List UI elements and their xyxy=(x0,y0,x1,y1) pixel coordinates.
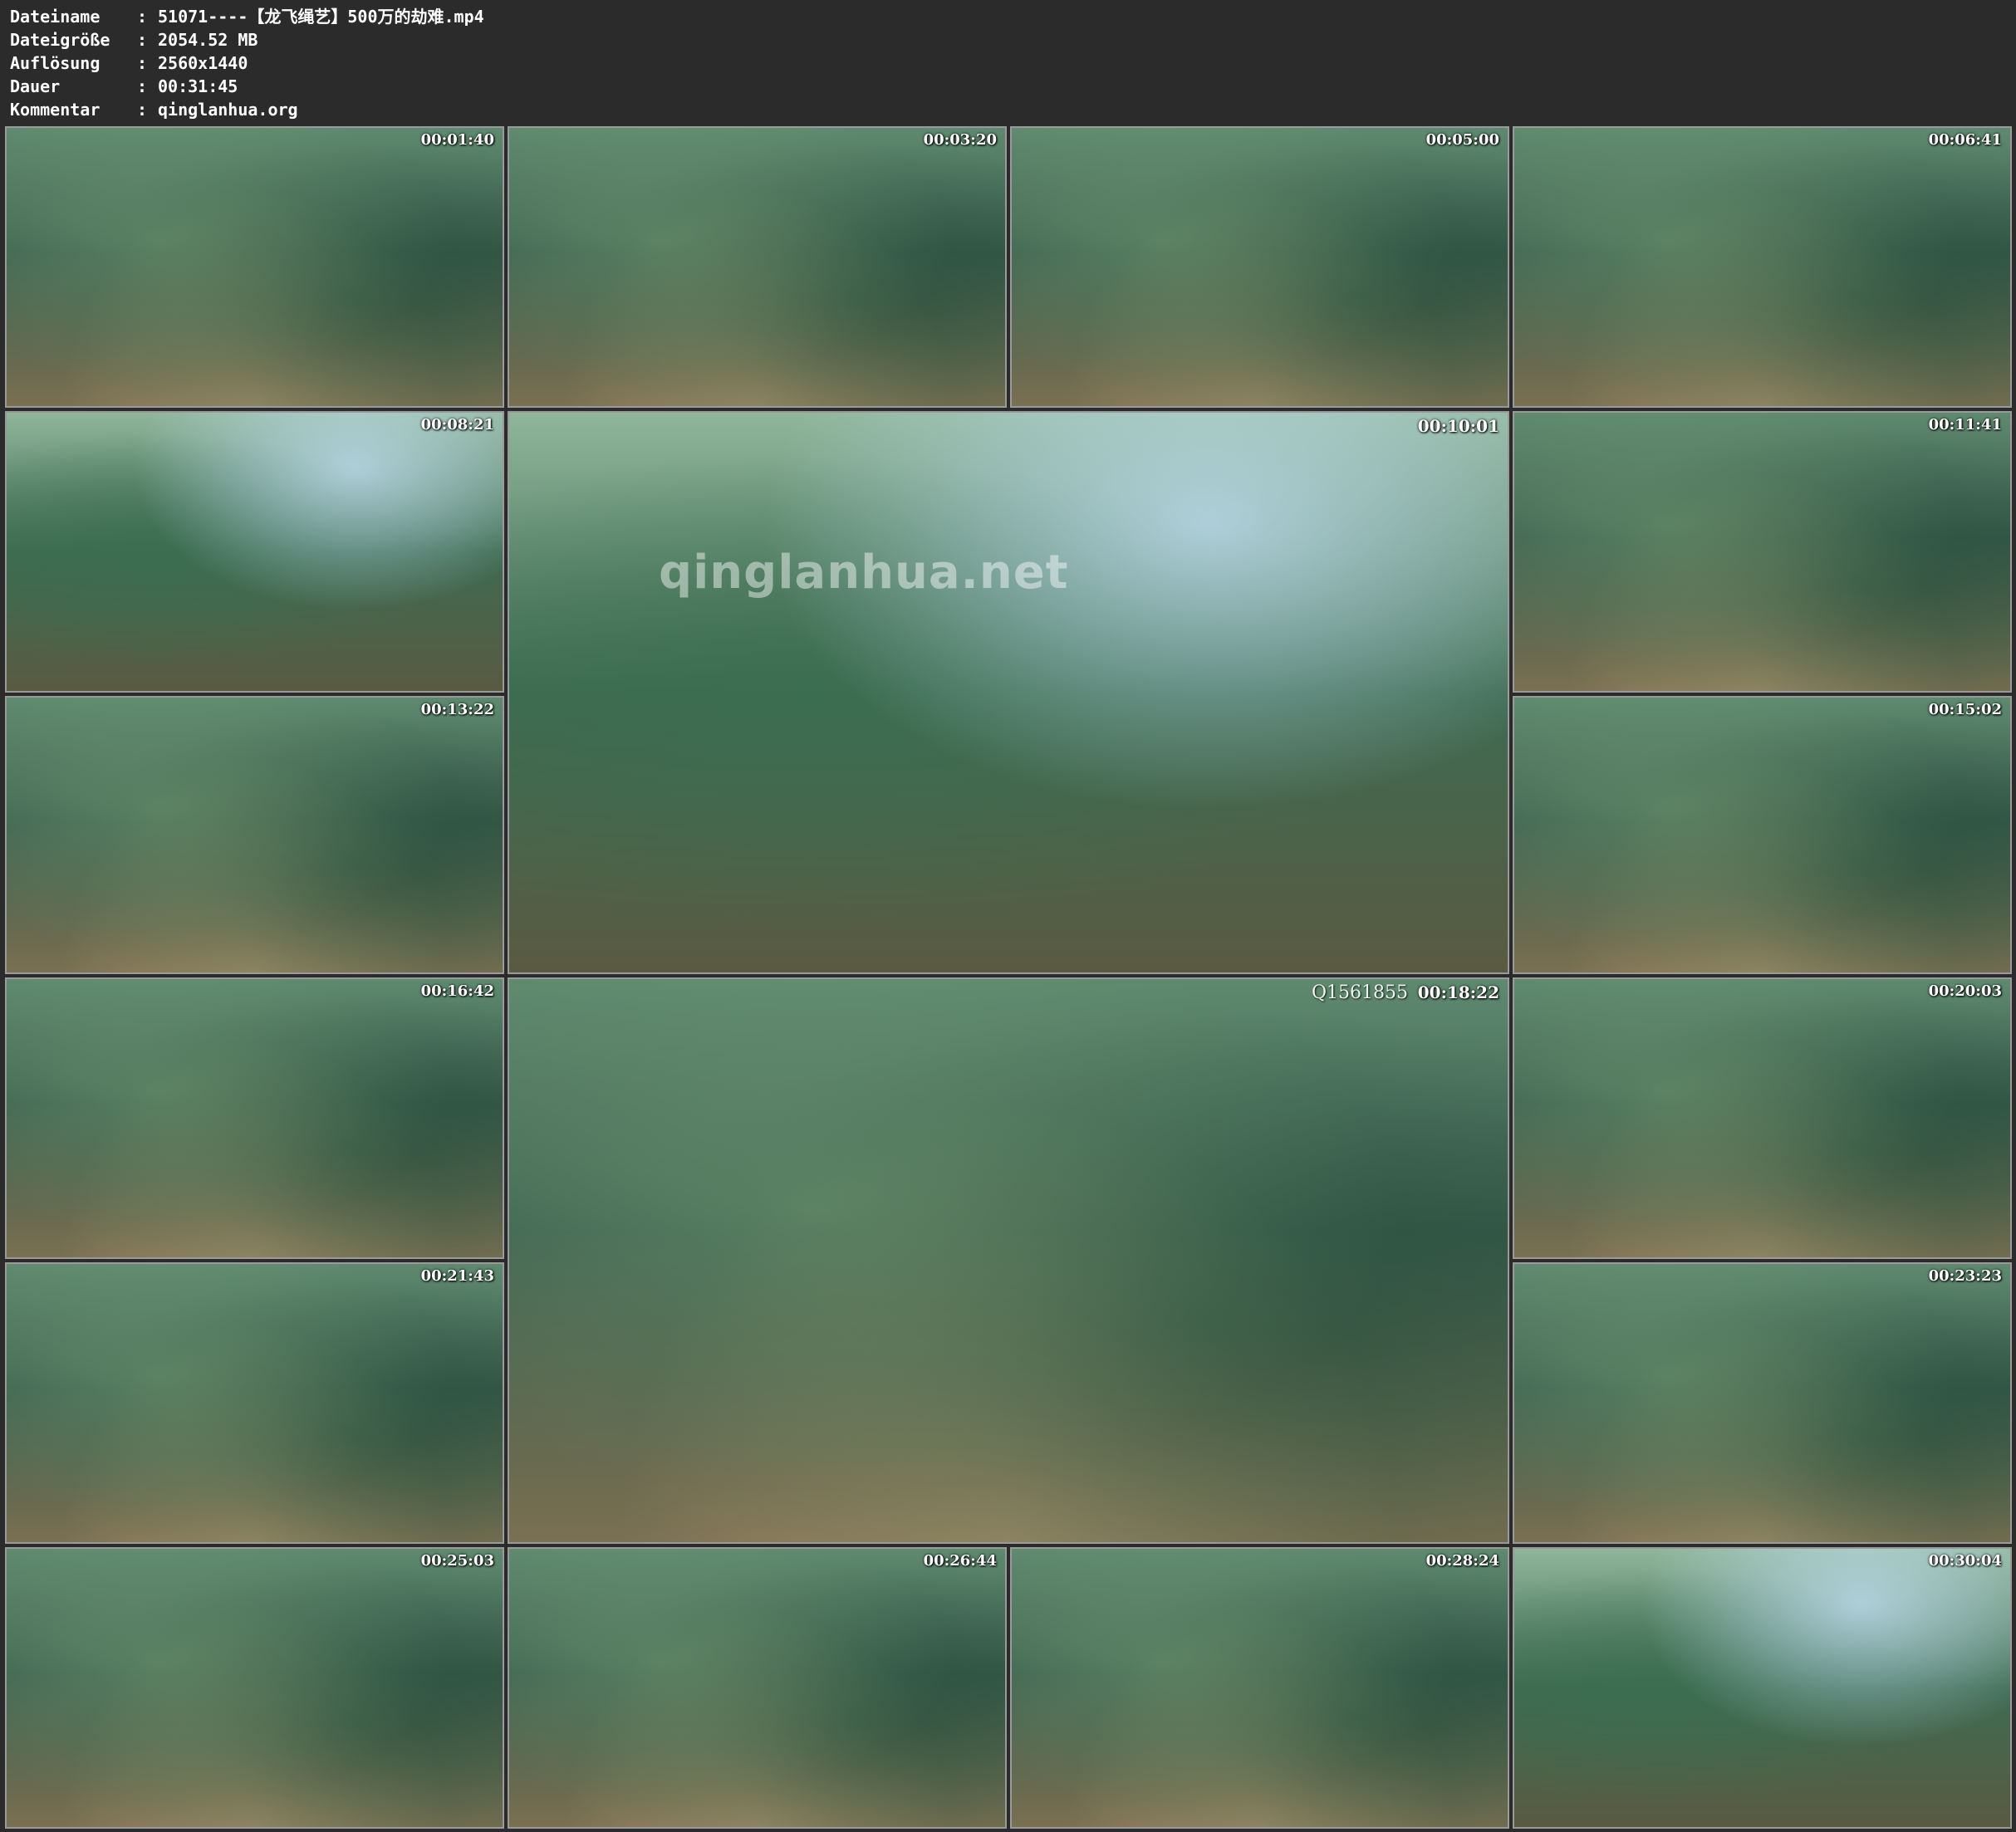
thumbnail-timestamp: 00:18:22 xyxy=(1417,982,1499,1002)
watermark-text: Q1561855 xyxy=(1311,982,1408,1003)
video-thumbnail: 00:23:23 xyxy=(1513,1262,2012,1544)
video-thumbnail: 00:13:22 xyxy=(5,696,504,974)
thumbnail-timestamp: 00:06:41 xyxy=(1928,131,2002,149)
video-thumbnail: 00:05:00 xyxy=(1010,126,1509,408)
video-thumbnail-large: 00:18:22 Q1561855 xyxy=(508,977,1509,1544)
thumbnail-timestamp: 00:30:04 xyxy=(1928,1552,2002,1570)
video-thumbnail: 00:01:40 xyxy=(5,126,504,408)
video-thumbnail: 00:30:04 xyxy=(1513,1547,2012,1829)
thumbnail-timestamp: 00:01:40 xyxy=(420,131,494,149)
thumbnail-grid: 00:01:40 00:03:20 00:05:00 00:06:41 00:0… xyxy=(0,0,2016,1832)
thumbnail-timestamp: 00:26:44 xyxy=(923,1552,997,1570)
thumbnail-timestamp: 00:21:43 xyxy=(420,1267,494,1285)
watermark-text: qinglanhua.net xyxy=(659,546,1069,600)
thumbnail-timestamp: 00:13:22 xyxy=(420,701,494,718)
video-thumbnail: 00:11:41 xyxy=(1513,411,2012,693)
video-thumbnail: 00:21:43 xyxy=(5,1262,504,1544)
video-thumbnail: 00:16:42 xyxy=(5,977,504,1259)
video-thumbnail-large: 00:10:01 qinglanhua.net xyxy=(508,411,1509,974)
thumbnail-timestamp: 00:15:02 xyxy=(1928,701,2002,718)
video-thumbnail: 00:08:21 xyxy=(5,411,504,693)
thumbnail-timestamp: 00:25:03 xyxy=(420,1552,494,1570)
thumbnail-timestamp: 00:28:24 xyxy=(1425,1552,1499,1570)
thumbnail-timestamp: 00:16:42 xyxy=(420,982,494,1000)
thumbnail-timestamp: 00:10:01 xyxy=(1417,416,1499,436)
video-thumbnail: 00:26:44 xyxy=(508,1547,1007,1829)
video-thumbnail: 00:03:20 xyxy=(508,126,1007,408)
video-thumbnail: 00:28:24 xyxy=(1010,1547,1509,1829)
video-thumbnail: 00:06:41 xyxy=(1513,126,2012,408)
video-thumbnail: 00:15:02 xyxy=(1513,696,2012,974)
thumbnail-timestamp: 00:03:20 xyxy=(923,131,997,149)
thumbnail-timestamp: 00:20:03 xyxy=(1928,982,2002,1000)
thumbnail-timestamp: 00:08:21 xyxy=(420,416,494,434)
thumbnail-timestamp: 00:11:41 xyxy=(1928,416,2002,434)
video-thumbnail: 00:20:03 xyxy=(1513,977,2012,1259)
video-thumbnail: 00:25:03 xyxy=(5,1547,504,1829)
thumbnail-timestamp: 00:05:00 xyxy=(1425,131,1499,149)
thumbnail-timestamp: 00:23:23 xyxy=(1928,1267,2002,1285)
